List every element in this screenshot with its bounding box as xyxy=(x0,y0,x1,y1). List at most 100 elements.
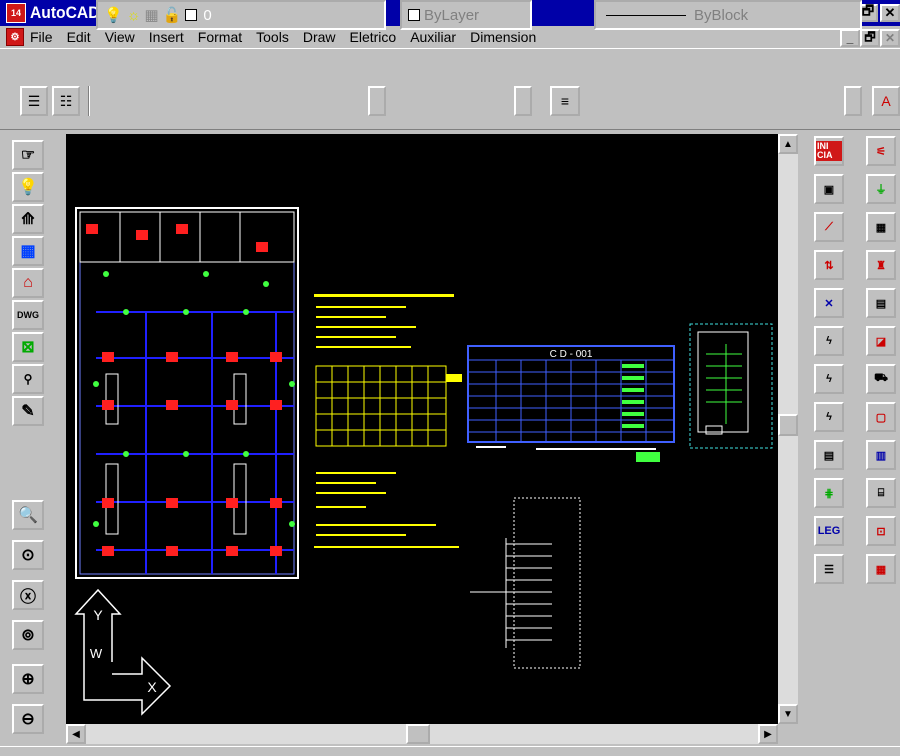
menu-format[interactable]: Format xyxy=(198,29,242,45)
doc-restore-button[interactable]: 🗗 xyxy=(860,29,880,47)
lightbulb-icon: 💡 xyxy=(104,7,123,24)
autocad-app-icon[interactable]: 14 xyxy=(6,3,26,23)
lightbulb-tool-icon[interactable]: 💡 xyxy=(12,172,44,202)
map-icon[interactable]: ▦ xyxy=(866,212,896,242)
zoom-window-icon[interactable]: 🔍 xyxy=(12,500,44,530)
menu-view[interactable]: View xyxy=(105,29,135,45)
legend-icon[interactable]: LEG xyxy=(814,516,844,546)
menu-insert[interactable]: Insert xyxy=(149,29,184,45)
close-button[interactable]: ✕ xyxy=(880,4,900,22)
layers-icon[interactable]: ☰ xyxy=(20,86,48,116)
zoom-dynamic-icon[interactable]: ⊙ xyxy=(12,540,44,570)
linetype-dropdown[interactable]: ByBlock xyxy=(594,0,862,30)
scroll-down-arrow[interactable]: ▼ xyxy=(778,704,798,724)
color-dropdown-arrow[interactable] xyxy=(514,86,532,116)
single-line-diagram xyxy=(513,497,581,669)
unlock-icon: 🔓 xyxy=(162,7,182,24)
room xyxy=(239,211,295,263)
linetype-icon[interactable]: ≡ xyxy=(550,86,580,116)
sun-icon: ☼ xyxy=(126,6,141,24)
circuit-r-icon[interactable]: ϟ xyxy=(814,364,844,394)
lock-viewport-icon: ▦ xyxy=(144,7,159,24)
switch-icon[interactable]: ⇅ xyxy=(814,250,844,280)
scroll-right-arrow[interactable]: ▶ xyxy=(758,724,778,744)
scroll-left-arrow[interactable]: ◀ xyxy=(66,724,86,744)
cad-drawing: C D - 001 Y W X xyxy=(74,207,773,716)
linetype-dropdown-arrow[interactable] xyxy=(844,86,862,116)
room xyxy=(79,211,121,263)
room xyxy=(199,211,241,263)
box-icon[interactable]: ⊡ xyxy=(866,516,896,546)
menu-edit[interactable]: Edit xyxy=(67,29,91,45)
ground-icon[interactable]: ⏚ xyxy=(866,174,896,204)
snap-icon[interactable]: ⊠ xyxy=(12,332,44,362)
object-properties-toolbar xyxy=(0,48,900,130)
hatch-icon[interactable]: ⟰ xyxy=(12,204,44,234)
menu-draw[interactable]: Draw xyxy=(303,29,336,45)
scroll-up-arrow[interactable]: ▲ xyxy=(778,134,798,154)
zoom-in-icon[interactable]: ⊕ xyxy=(12,664,44,694)
car-icon[interactable]: ⛟ xyxy=(866,364,896,394)
cabinet-icon[interactable]: ⌸ xyxy=(866,478,896,508)
grid-tool-icon[interactable]: ▥ xyxy=(866,440,896,470)
menu-eletrico[interactable]: Eletrico xyxy=(350,29,397,45)
menu-auxiliar[interactable]: Auxiliar xyxy=(410,29,456,45)
panel-icon[interactable]: ▣ xyxy=(814,174,844,204)
drawing-canvas[interactable]: C D - 001 Y W X xyxy=(66,134,778,724)
menu-file[interactable]: File xyxy=(30,29,53,45)
document-tool-icon[interactable]: ▤ xyxy=(866,288,896,318)
marker-icon[interactable]: ◪ xyxy=(866,326,896,356)
circuit-l-icon[interactable]: ϟ xyxy=(814,402,844,432)
zoom-out-icon[interactable]: ⊖ xyxy=(12,704,44,734)
room xyxy=(159,211,201,263)
toolbar-separator xyxy=(88,86,90,116)
inicia-tool-icon[interactable]: INI CIA xyxy=(814,136,844,166)
status-bar xyxy=(0,746,900,756)
text-style-icon[interactable]: A xyxy=(872,86,900,116)
layer-dropdown[interactable]: 💡 ☼ ▦ 🔓 0 xyxy=(96,0,386,30)
color-swatch-icon xyxy=(408,9,420,21)
color-value: ByLayer xyxy=(424,6,480,24)
vertical-scroll-thumb[interactable] xyxy=(778,414,798,436)
antenna-icon[interactable]: ⚲ xyxy=(12,364,44,394)
house-icon[interactable]: ⌂ xyxy=(12,268,44,298)
horizontal-scrollbar[interactable]: ◀ ▶ xyxy=(66,724,778,744)
pencil-icon[interactable]: ✎ xyxy=(12,396,44,426)
layer-dropdown-arrow[interactable] xyxy=(368,86,386,116)
grid-icon[interactable]: ▦ xyxy=(12,236,44,266)
ucs-x-label: X xyxy=(147,679,157,695)
doc-minimize-button[interactable]: _ xyxy=(840,29,860,47)
junction-icon[interactable]: ✕ xyxy=(814,288,844,318)
list-icon[interactable]: ☰ xyxy=(814,554,844,584)
pan-icon[interactable]: ☞ xyxy=(12,140,44,170)
ucs-y-label: Y xyxy=(93,607,103,623)
floor-plan-inner xyxy=(79,211,295,575)
vertical-scrollbar[interactable]: ▲ ▼ xyxy=(778,134,798,724)
horizontal-scroll-thumb[interactable] xyxy=(406,724,430,744)
conduit-icon[interactable]: ⟋ xyxy=(814,212,844,242)
circuit-f-icon[interactable]: ϟ xyxy=(814,326,844,356)
panel-schedule-title: C D - 001 xyxy=(550,349,593,360)
color-dropdown[interactable]: ByLayer xyxy=(400,0,532,30)
doc-close-button[interactable]: ✕ xyxy=(880,29,900,47)
wiring-icon[interactable]: ⋕ xyxy=(814,478,844,508)
ucs-w-label: W xyxy=(90,646,103,661)
frame-icon[interactable]: ▢ xyxy=(866,402,896,432)
menu-tools[interactable]: Tools xyxy=(256,29,289,45)
layer-previous-icon[interactable]: ☷ xyxy=(52,86,80,116)
line-sample xyxy=(606,14,686,16)
layer-name: 0 xyxy=(203,6,212,24)
tower-icon[interactable]: ⚟ xyxy=(866,136,896,166)
document-icon[interactable]: ⚙ xyxy=(6,28,24,46)
floor-plan-outline xyxy=(75,207,299,579)
linetype-value: ByBlock xyxy=(694,6,749,24)
bottle-icon[interactable]: ♜ xyxy=(866,250,896,280)
calculator-icon[interactable]: ▤ xyxy=(814,440,844,470)
brick-icon[interactable]: ▦ xyxy=(866,554,896,584)
menu-dimension[interactable]: Dimension xyxy=(470,29,536,45)
zoom-center-icon[interactable]: ⊚ xyxy=(12,620,44,650)
dwg-icon[interactable]: DWG xyxy=(12,300,44,330)
zoom-scale-icon[interactable]: ⓧ xyxy=(12,580,44,610)
color-swatch-icon xyxy=(185,9,198,21)
distribution-panel xyxy=(689,323,773,449)
